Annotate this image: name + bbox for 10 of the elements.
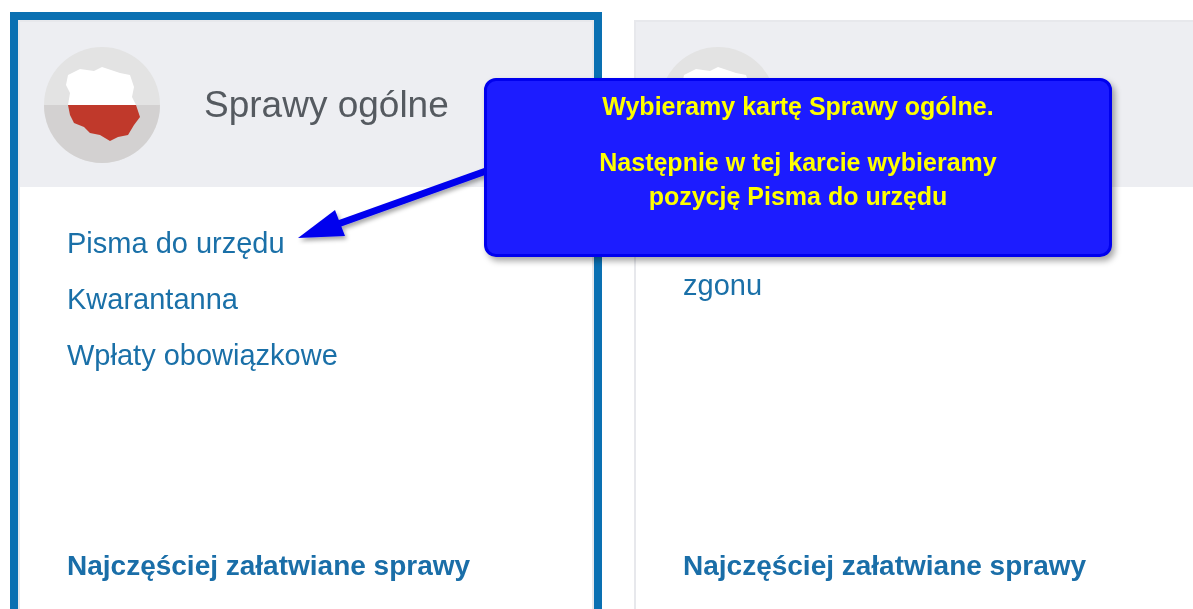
card-title: Sprawy ogólne [204, 83, 450, 126]
callout-text: Wybieramy kartę Sprawy ogólne. [602, 91, 994, 122]
service-card[interactable]: Sprawy ogólne Pisma do urzędu Kwarantanna Wpłaty obowiązkowe Najczęściej załatwiane sprawy [10, 12, 602, 609]
poland-map-icon [44, 46, 160, 163]
service-link[interactable]: Wpłaty obowiązkowe [67, 337, 338, 373]
service-link[interactable]: Pisma do urzędu [67, 225, 285, 261]
frequent-cases-link[interactable]: Najczęściej załatwiane sprawy [67, 550, 471, 582]
service-link[interactable]: Kwarantanna [67, 281, 238, 317]
frequent-cases-link[interactable]: Najczęściej załatwiane sprawy [683, 550, 1087, 582]
service-link[interactable]: zgonu [683, 267, 762, 303]
